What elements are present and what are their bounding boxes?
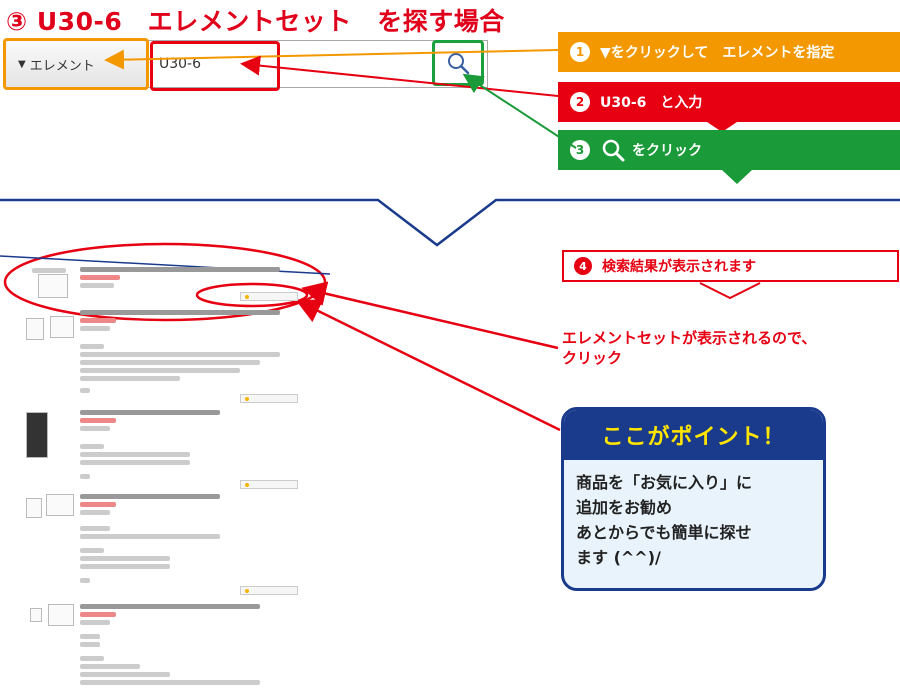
step-3-number: 3 <box>570 140 590 160</box>
click-note-line <box>301 281 559 350</box>
add-favorite-button[interactable] <box>240 480 298 489</box>
product-thumbnail[interactable] <box>26 318 44 340</box>
product-thumbnail[interactable] <box>26 412 48 458</box>
search-icon <box>448 53 470 75</box>
step-1-number: 1 <box>570 42 590 62</box>
step-4-text: 検索結果が表示されます <box>602 259 756 275</box>
section-divider <box>0 198 900 247</box>
search-results-preview <box>0 248 330 689</box>
tip-heading: ここがポイント！ <box>564 410 823 460</box>
step-4-callout: 4 検索結果が表示されます <box>562 250 899 282</box>
element-dropdown-label: エレメント <box>29 58 95 74</box>
search-query-text: U30-6 <box>159 56 202 72</box>
tip-body: 商品を「お気に入り」に 追加をお勧め あとからでも簡単に探せ ます (^^)/ <box>576 473 753 567</box>
add-favorite-button[interactable] <box>240 292 298 301</box>
search-icon <box>602 139 625 162</box>
product-thumbnail[interactable] <box>38 274 68 298</box>
step-2-number: 2 <box>570 92 590 112</box>
click-note: エレメントセットが表示されるので、 クリック <box>562 329 817 367</box>
step-2-text: U30-6 と入力 <box>600 95 703 111</box>
element-dropdown[interactable]: ▼ エレメント <box>3 38 149 90</box>
product-thumbnail <box>48 604 74 626</box>
add-favorite-button[interactable] <box>240 586 298 595</box>
product-thumbnail[interactable] <box>30 608 42 622</box>
result-callout-chevron <box>699 282 761 300</box>
triangle-down-icon: ▼ <box>18 58 26 70</box>
search-button[interactable] <box>432 40 484 86</box>
step-3-pointer <box>722 170 752 184</box>
step-1-text: ▼をクリックして エレメントを指定 <box>600 45 835 61</box>
step-1-banner: 1 ▼をクリックして エレメントを指定 <box>558 32 900 72</box>
product-thumbnail <box>46 494 74 516</box>
step-3-banner: 3 をクリック <box>558 130 900 170</box>
step-4-number: 4 <box>574 257 592 275</box>
add-favorite-button[interactable] <box>240 394 298 403</box>
product-thumbnail <box>50 316 74 338</box>
tip-box: ここがポイント！ 商品を「お気に入り」に 追加をお勧め あとからでも簡単に探せ … <box>561 407 826 591</box>
step-2-banner: 2 U30-6 と入力 <box>558 82 900 122</box>
page-title: ③ U30-6 エレメントセット を探す場合 <box>6 7 505 36</box>
step-3-text: をクリック <box>632 143 702 159</box>
search-input[interactable]: U30-6 <box>150 41 280 91</box>
product-thumbnail[interactable] <box>26 498 42 518</box>
point-line <box>295 299 561 432</box>
